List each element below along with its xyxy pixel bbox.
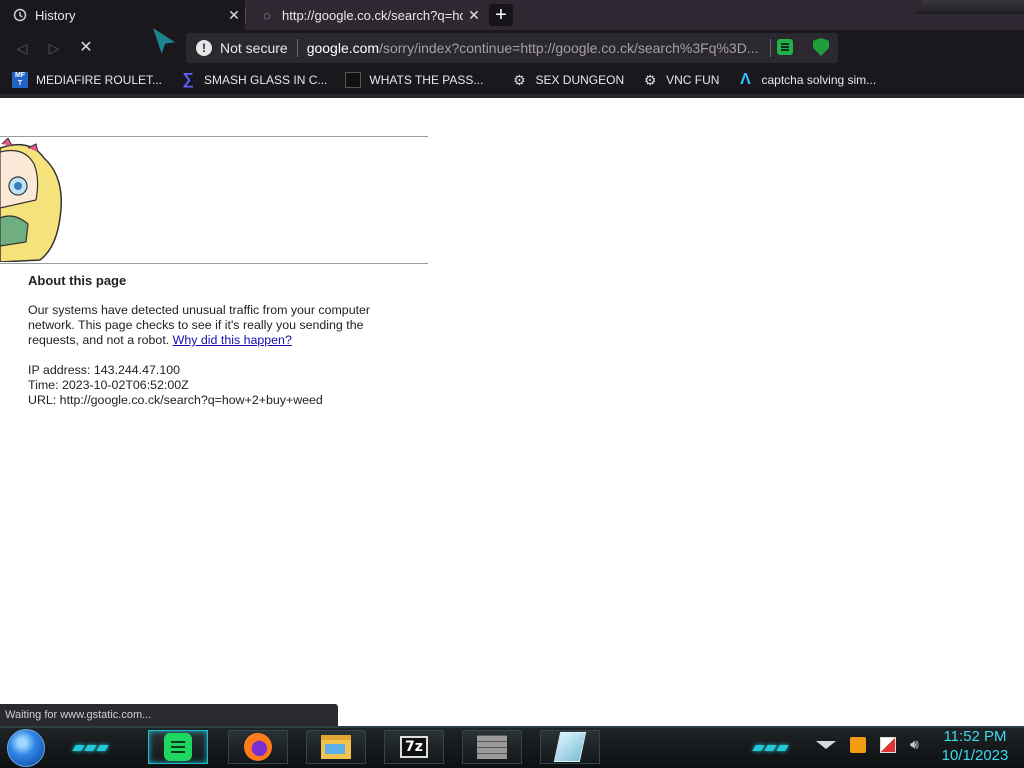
bookmark-label: captcha solving sim... xyxy=(761,73,877,87)
forward-icon[interactable]: ▷ xyxy=(44,38,64,58)
bookmarks-bar: MF T MEDIAFIRE ROULET... ∑ SMASH GLASS IN… xyxy=(0,66,1024,94)
action-center-flag-icon[interactable] xyxy=(880,736,896,753)
security-label[interactable]: Not secure xyxy=(220,40,288,56)
bookmark-whats-the-pass[interactable]: WHATS THE PASS... xyxy=(345,72,483,88)
captcha-icon: Λ xyxy=(740,71,751,88)
history-icon xyxy=(13,8,27,22)
url-host[interactable]: google.com xyxy=(307,40,379,56)
back-icon[interactable]: ◁ xyxy=(12,38,32,58)
bookmark-smash-glass[interactable]: ∑ SMASH GLASS IN C... xyxy=(180,72,327,88)
firefox-icon xyxy=(244,733,272,761)
close-tab-icon[interactable]: ✕ xyxy=(223,7,245,24)
divider-bottom xyxy=(0,263,428,264)
java-update-icon[interactable] xyxy=(850,736,866,753)
window-decoration xyxy=(914,0,1024,14)
show-hidden-icons-icon[interactable] xyxy=(816,740,836,749)
bookmark-label: WHATS THE PASS... xyxy=(369,73,484,87)
file-explorer-icon xyxy=(321,735,351,759)
request-details: IP address: 143.244.47.100 Time: 2023-10… xyxy=(28,363,323,408)
volume-icon[interactable]: 🔊︎ xyxy=(910,736,919,753)
ip-address: IP address: 143.244.47.100 xyxy=(28,363,181,377)
clock-date: 10/1/2023 xyxy=(941,747,1009,764)
clock-time: 11:52 PM xyxy=(943,728,1007,745)
tab-history[interactable]: History ✕ xyxy=(0,0,245,30)
tab-divider xyxy=(245,7,246,23)
address-bar[interactable]: ! Not secure google.com /sorry/index?con… xyxy=(186,33,838,63)
system-clock[interactable]: 11:52 PM 10/1/2023 xyxy=(930,727,1020,765)
navigation-toolbar: ◁ ▷ ✕ ! Not secure google.com /sorry/ind… xyxy=(0,30,1024,87)
sex-dungeon-icon: ⚙ xyxy=(513,72,526,88)
new-tab-button[interactable]: + xyxy=(489,4,513,26)
cartoon-mascot-image xyxy=(0,138,63,262)
bookmark-mediafire[interactable]: MF T MEDIAFIRE ROULET... xyxy=(12,72,162,88)
bookmark-label: MEDIAFIRE ROULET... xyxy=(36,73,163,87)
tab-strip: History ✕ ◌ http://google.co.ck/search?q… xyxy=(0,0,1024,30)
taskbar-file-explorer[interactable] xyxy=(306,730,366,764)
url-path[interactable]: /sorry/index?continue=http://google.co.c… xyxy=(379,40,764,56)
unusual-traffic-message: Our systems have detected unusual traffi… xyxy=(28,303,408,348)
spotify-extension-icon[interactable] xyxy=(777,39,793,55)
timestamp: Time: 2023-10-02T06:52:00Z xyxy=(28,378,189,392)
request-url: URL: http://google.co.ck/search?q=how+2+… xyxy=(28,393,323,407)
stop-loading-icon[interactable]: ✕ xyxy=(76,38,96,58)
vnc-fun-icon: ⚙ xyxy=(643,72,657,88)
system-tray: 🔊︎ xyxy=(816,736,933,753)
smash-glass-icon: ∑ xyxy=(182,71,194,88)
loading-globe-icon: ◌ xyxy=(263,7,271,23)
start-orb-icon[interactable] xyxy=(7,729,45,767)
bookmark-label: VNC FUN xyxy=(666,73,720,87)
taskbar-firewall[interactable] xyxy=(462,730,522,764)
tab-google-search[interactable]: ◌ http://google.co.ck/search?q=how ✕ xyxy=(247,0,485,30)
whats-the-pass-icon xyxy=(345,72,362,88)
taskbar-firefox[interactable] xyxy=(228,730,288,764)
omnibox-divider xyxy=(770,39,772,57)
7zip-icon: 7z xyxy=(400,736,428,758)
taskbar: 7z 🔊︎ 11:52 PM 10/1/2023 xyxy=(0,726,1024,768)
bookmark-sex-dungeon[interactable]: ⚙ SEX DUNGEON xyxy=(511,72,624,88)
bookmark-label: SEX DUNGEON xyxy=(535,73,625,87)
firewall-icon xyxy=(477,735,507,759)
tab-title: http://google.co.ck/search?q=how xyxy=(282,7,463,23)
page-title: About this page xyxy=(28,273,127,288)
mediafire-icon: MF T xyxy=(12,72,28,88)
omnibox-divider xyxy=(296,39,298,57)
tab-title: History xyxy=(35,7,76,23)
why-did-this-happen-link[interactable]: Why did this happen? xyxy=(173,333,292,347)
taskbar-decoration xyxy=(72,738,114,751)
close-tab-icon[interactable]: ✕ xyxy=(463,7,485,24)
divider-top xyxy=(0,136,428,137)
info-icon[interactable]: ! xyxy=(196,40,212,56)
glass-app-icon xyxy=(553,732,587,762)
status-bubble: Waiting for www.gstatic.com... xyxy=(0,704,338,726)
taskbar-decoration xyxy=(752,738,794,751)
bookmark-label: SMASH GLASS IN C... xyxy=(204,73,328,87)
taskbar-glass-app[interactable] xyxy=(540,730,600,764)
taskbar-7zip[interactable]: 7z xyxy=(384,730,444,764)
spotify-icon xyxy=(164,733,192,761)
toolbar-shadow xyxy=(0,94,1024,98)
taskbar-spotify[interactable] xyxy=(148,730,208,764)
bookmark-vnc-fun[interactable]: ⚙ VNC FUN xyxy=(642,72,720,88)
bookmark-captcha[interactable]: Λ captcha solving sim... xyxy=(737,72,876,88)
